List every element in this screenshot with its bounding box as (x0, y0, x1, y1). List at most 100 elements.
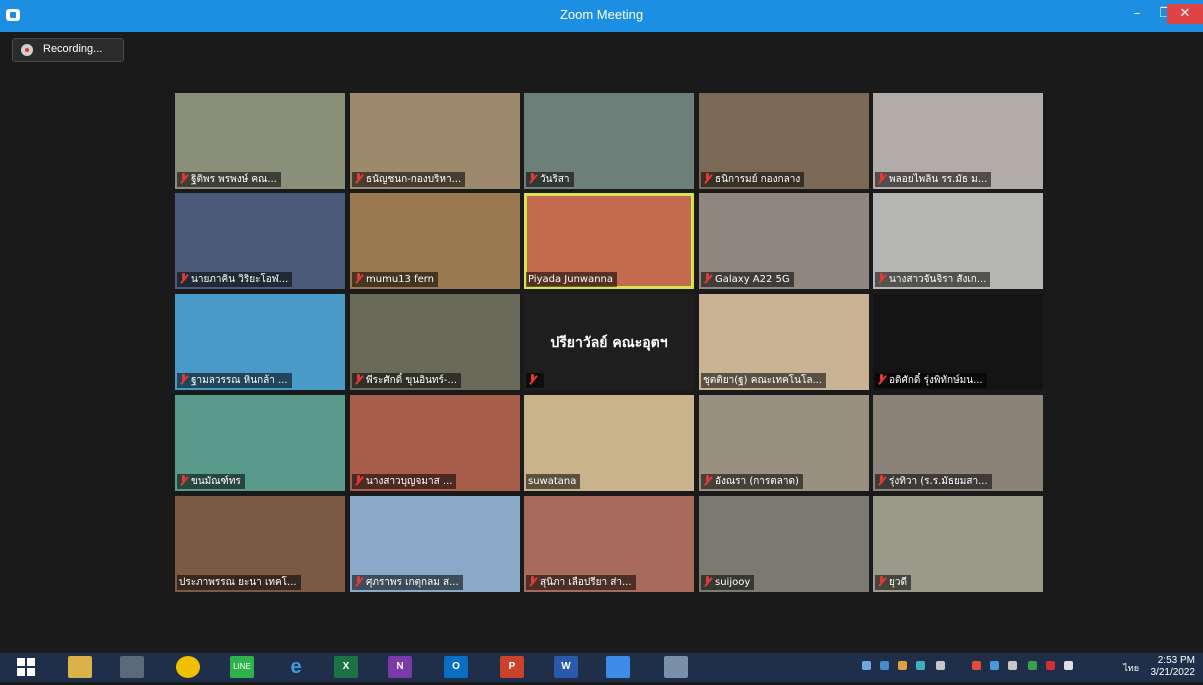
participant-video-tile[interactable]: พลอยไพลิน รร.มัธ ม... (873, 93, 1043, 189)
network-icon[interactable] (936, 661, 945, 670)
file-explorer-icon[interactable] (68, 656, 92, 678)
participant-video-tile[interactable]: ฐิติพร พรพงษ์ คณ... (175, 93, 345, 189)
language-indicator[interactable]: ไทย (1123, 661, 1139, 675)
participant-name-label: ประภาพรรณ ยะนา เทคโ... (177, 575, 301, 590)
muted-mic-icon (703, 576, 712, 587)
participant-name: รุ่งทิวา (ร.ร.มัธยมสา... (889, 476, 988, 487)
tray-icon[interactable] (898, 661, 907, 670)
zoom-taskbar-icon[interactable] (606, 656, 630, 678)
participant-video-tile[interactable]: ธนัญชนก-กองบริหา... (350, 93, 520, 189)
acrobat-icon[interactable] (1046, 661, 1055, 670)
meeting-gallery: Recording... ฐิติพร พรพงษ์ คณ... ธนัญชนก-… (0, 32, 1203, 653)
participant-video-tile[interactable]: suijooy (699, 496, 869, 592)
participant-video-tile[interactable]: สุนิภา เลือปรียา ส่า... (524, 496, 694, 592)
participant-video-tile[interactable]: รุ่งทิวา (ร.ร.มัธยมสา... (873, 395, 1043, 491)
internet-explorer-icon[interactable]: e (284, 656, 308, 678)
participant-name-label: ศุภราพร เกตุกลม ส... (352, 575, 463, 590)
muted-mic-icon (877, 374, 886, 385)
participant-name: พลอยไพลิน รร.มัธ ม... (889, 174, 988, 185)
participant-video-tile[interactable]: นายภาคิน วิริยะโอฬ... (175, 193, 345, 289)
excel-icon[interactable]: X (334, 656, 358, 678)
participant-video-tile[interactable]: ยุวดี (873, 496, 1043, 592)
participant-video-tile[interactable]: นางสาวจันจิรา สังเก... (873, 193, 1043, 289)
participant-video-tile[interactable]: suwatana (524, 395, 694, 491)
tray-icon[interactable] (990, 661, 999, 670)
participant-name: อดิศักดิ์ รุ่งพิทักษ์มน... (889, 375, 983, 386)
flag-icon[interactable] (1064, 661, 1073, 670)
participant-name: suwatana (528, 476, 577, 487)
line-icon[interactable]: LINE (230, 656, 254, 678)
close-button[interactable]: ✕ (1167, 4, 1203, 24)
participant-video-tile[interactable]: ขนมัณฑ์ทร (175, 395, 345, 491)
participant-name: Piyada Junwanna (528, 274, 614, 285)
participant-video-tile[interactable]: อังณรา (การตลาด) (699, 395, 869, 491)
muted-mic-icon (877, 475, 886, 486)
participant-name: ศุภราพร เกตุกลม ส... (366, 577, 459, 588)
clock-time: 2:53 PM (1157, 655, 1195, 666)
participant-video-tile[interactable]: ประภาพรรณ ยะนา เทคโ... (175, 496, 345, 592)
taskbar: LINE e X N O P W ไทย 2:53 PM 3/21/2022 (0, 653, 1203, 682)
participant-video-tile[interactable]: อดิศักดิ์ รุ่งพิทักษ์มน... (873, 294, 1043, 390)
chrome-icon[interactable] (176, 656, 200, 678)
participant-name: นางสาวจันจิรา สังเก... (889, 274, 987, 285)
participant-video-tile[interactable]: mumu13 fern (350, 193, 520, 289)
app-icon-2[interactable] (664, 656, 688, 678)
muted-mic-icon (703, 173, 712, 184)
tray-icon[interactable] (916, 661, 925, 670)
volume-icon[interactable] (972, 661, 981, 670)
participant-video-tile[interactable]: ศุภราพร เกตุกลม ส... (350, 496, 520, 592)
record-icon (21, 44, 33, 56)
participant-name-label: suwatana (526, 474, 581, 489)
participant-name: ยุวดี (889, 577, 907, 588)
windows-start-icon[interactable] (14, 656, 38, 678)
recording-indicator[interactable]: Recording... (12, 38, 124, 62)
participant-name-label: mumu13 fern (352, 272, 439, 287)
muted-mic-icon (354, 374, 363, 385)
participant-name-label: Galaxy A22 5G (701, 272, 794, 287)
word-icon[interactable]: W (554, 656, 578, 678)
outlook-icon[interactable]: O (444, 656, 468, 678)
muted-mic-icon (179, 273, 188, 284)
recording-label: Recording... (43, 43, 103, 55)
participant-video-tile[interactable]: พีระศักดิ์ ขุนอินทร์-... (350, 294, 520, 390)
tray-icon[interactable] (862, 661, 871, 670)
muted-mic-icon (354, 273, 363, 284)
signal-icon[interactable] (1008, 661, 1017, 670)
participant-video-tile[interactable]: Piyada Junwanna (524, 193, 694, 289)
muted-mic-icon (703, 475, 712, 486)
participant-name-label: พีระศักดิ์ ขุนอินทร์-... (352, 373, 462, 388)
participant-name-label: รุ่งทิวา (ร.ร.มัธยมสา... (875, 474, 992, 489)
muted-mic-icon (877, 173, 886, 184)
participant-video-tile[interactable]: ชุตติยา(ฐ) คณะเทคโนโล... (699, 294, 869, 390)
muted-mic-icon (179, 374, 188, 385)
participant-name: ชุตติยา(ฐ) คณะเทคโนโล... (703, 375, 823, 386)
tray-icon[interactable] (1028, 661, 1037, 670)
clock[interactable]: 2:53 PM 3/21/2022 (1151, 655, 1196, 679)
participant-video-tile[interactable]: ฐามลวรรณ หินกล้า ... (175, 294, 345, 390)
muted-mic-icon (528, 374, 537, 385)
minimize-button[interactable]: – (1123, 4, 1151, 24)
participant-name: Galaxy A22 5G (715, 274, 790, 285)
onenote-icon[interactable]: N (388, 656, 412, 678)
app-icon[interactable] (120, 656, 144, 678)
participant-name-label: Piyada Junwanna (526, 272, 618, 287)
muted-mic-icon (179, 173, 188, 184)
participant-video-tile[interactable]: วันริสา (524, 93, 694, 189)
participant-name-label: วันริสา (526, 172, 574, 187)
participant-name: mumu13 fern (366, 274, 435, 285)
participant-name-label: suijooy (701, 575, 755, 590)
participant-video-tile[interactable]: Galaxy A22 5G (699, 193, 869, 289)
participant-video-tile[interactable]: นางสาวบุญจมาส ... (350, 395, 520, 491)
participant-name-label: ฐิติพร พรพงษ์ คณ... (177, 172, 281, 187)
participant-name: ธนัญชนก-กองบริหา... (366, 174, 462, 185)
participant-video-tile[interactable]: ธนิการมย์ กองกลาง (699, 93, 869, 189)
participant-name-label: พลอยไพลิน รร.มัธ ม... (875, 172, 992, 187)
participant-name: ฐิติพร พรพงษ์ คณ... (191, 174, 277, 185)
participant-name-label: นางสาวจันจิรา สังเก... (875, 272, 991, 287)
participant-name-label: ยุวดี (875, 575, 911, 590)
participant-name-label: นางสาวบุญจมาส ... (352, 474, 457, 489)
powerpoint-icon[interactable]: P (500, 656, 524, 678)
tray-icon[interactable] (880, 661, 889, 670)
participant-video-tile[interactable]: ปรียาวัลย์ คณะอุตฯ (524, 294, 694, 390)
muted-mic-icon (354, 475, 363, 486)
